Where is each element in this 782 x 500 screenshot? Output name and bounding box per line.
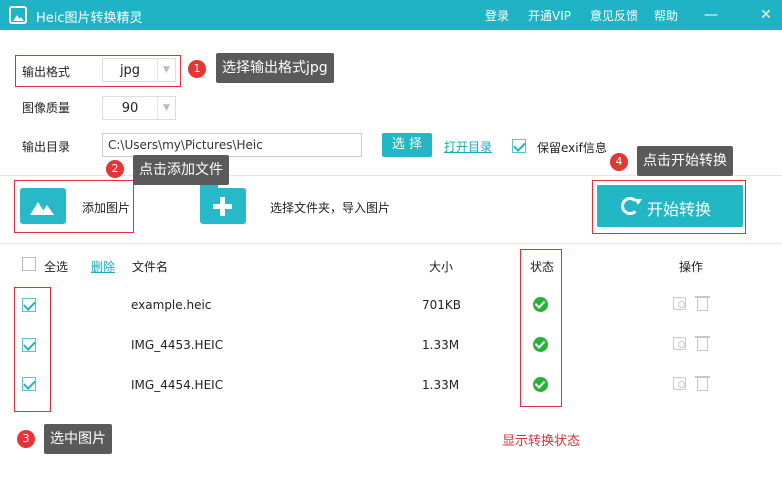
open-dir-link[interactable]: 打开目录: [444, 138, 492, 155]
delete-link[interactable]: 删除: [91, 258, 115, 275]
menu-login[interactable]: 登录: [485, 7, 509, 24]
output-dir-input[interactable]: C:\Users\my\Pictures\Heic: [102, 133, 362, 157]
app-logo-icon: [9, 6, 27, 24]
keep-exif-checkbox[interactable]: [512, 139, 526, 153]
keep-exif-label: 保留exif信息: [537, 141, 607, 155]
trash-icon[interactable]: [695, 336, 710, 351]
image-quality-value: 90: [121, 101, 139, 116]
trash-icon[interactable]: [695, 376, 710, 391]
highlight-start-box: [592, 180, 746, 234]
menu-vip[interactable]: 开通VIP: [528, 7, 571, 24]
file-size: 701KB: [422, 298, 462, 312]
file-name: example.heic: [131, 298, 212, 312]
chevron-down-icon: ▼: [157, 97, 175, 119]
column-header-size: 大小: [429, 260, 454, 274]
step-tip-4: 点击开始转换: [637, 146, 733, 176]
preview-icon[interactable]: [673, 337, 686, 350]
preview-icon[interactable]: [673, 377, 686, 390]
image-quality-select[interactable]: 90 ▼: [102, 96, 176, 120]
column-header-ops: 操作: [679, 260, 704, 274]
select-all-label: 全选: [44, 260, 69, 274]
minimize-button[interactable]: —: [700, 4, 722, 26]
title-bar: Heic图片转换精灵 登录 开通VIP 意见反馈 帮助 — ✕: [0, 0, 782, 30]
column-header-name: 文件名: [132, 260, 169, 274]
app-title: Heic图片转换精灵: [36, 11, 143, 26]
status-note: 显示转换状态: [502, 434, 581, 449]
divider: [0, 243, 782, 244]
highlight-row-checkboxes-box: [14, 287, 51, 412]
highlight-add-image-box: [14, 180, 134, 233]
highlight-format-box: [15, 55, 181, 87]
step-badge-1: 1: [188, 60, 206, 78]
image-quality-label: 图像质量: [22, 101, 71, 115]
step-badge-3: 3: [17, 430, 35, 448]
step-tip-3: 选中图片: [44, 424, 112, 454]
step-tip-1: 选择输出格式jpg: [216, 53, 334, 83]
highlight-status-box: [520, 249, 562, 407]
step-badge-2: 2: [106, 160, 124, 178]
choose-dir-button[interactable]: 选 择: [382, 133, 432, 157]
menu-help[interactable]: 帮助: [654, 7, 678, 24]
file-name: IMG_4454.HEIC: [131, 378, 224, 392]
file-size: 1.33M: [422, 338, 460, 352]
close-button[interactable]: ✕: [755, 4, 777, 26]
step-tip-2: 点击添加文件: [133, 155, 229, 185]
step-badge-4: 4: [610, 153, 628, 171]
file-name: IMG_4453.HEIC: [131, 338, 224, 352]
select-all-checkbox[interactable]: [22, 257, 36, 271]
preview-icon[interactable]: [673, 297, 686, 310]
trash-icon[interactable]: [695, 296, 710, 311]
add-folder-button[interactable]: 选择文件夹，导入图片: [270, 199, 390, 216]
file-size: 1.33M: [422, 378, 460, 392]
menu-feedback[interactable]: 意见反馈: [590, 7, 638, 24]
add-folder-icon[interactable]: [200, 183, 246, 224]
output-dir-label: 输出目录: [22, 140, 71, 154]
